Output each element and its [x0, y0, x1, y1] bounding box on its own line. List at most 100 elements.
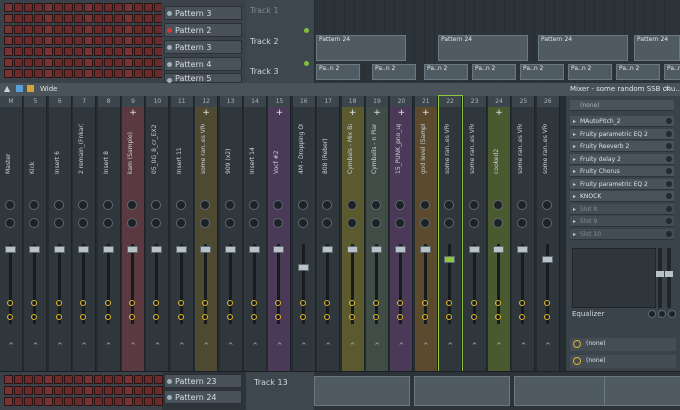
- volume-fader[interactable]: [249, 246, 260, 253]
- mixer-strip[interactable]: 26 some ran..es VRG0 ^: [536, 96, 560, 371]
- step-button[interactable]: [24, 3, 33, 12]
- volume-fader[interactable]: [371, 246, 382, 253]
- fx-slot[interactable]: ▸ Fruity parametric EQ 2: [570, 178, 674, 190]
- step-button[interactable]: [44, 69, 53, 78]
- stereo-knob[interactable]: [541, 218, 552, 228]
- route-arrow-icon[interactable]: ^: [244, 342, 266, 350]
- eq-knob[interactable]: [648, 310, 656, 318]
- pattern-clip[interactable]: Pattern 24: [316, 35, 406, 61]
- pan-knob[interactable]: [273, 200, 284, 210]
- step-button[interactable]: [84, 375, 93, 384]
- step-button[interactable]: [124, 386, 133, 395]
- step-button[interactable]: [64, 3, 73, 12]
- step-button[interactable]: [124, 25, 133, 34]
- pan-knob[interactable]: [29, 200, 40, 210]
- step-button[interactable]: [104, 69, 113, 78]
- step-button[interactable]: [24, 36, 33, 45]
- stereo-knob[interactable]: [468, 218, 479, 228]
- fx-slot-arrow-icon[interactable]: ▸: [573, 166, 576, 177]
- step-button[interactable]: [54, 3, 63, 12]
- mixer-strip[interactable]: 10 05_0G_8_cr_EX2 ^: [146, 96, 170, 371]
- send-knob-icon[interactable]: [202, 314, 209, 320]
- mixer-strip[interactable]: 19 + Cymbalis - n Piano ^: [366, 96, 389, 371]
- stereo-knob[interactable]: [371, 218, 381, 228]
- volume-fader[interactable]: [29, 246, 41, 253]
- send-knob-icon[interactable]: [348, 314, 355, 320]
- fx-mix-knob[interactable]: [666, 130, 672, 137]
- step-button[interactable]: [144, 375, 153, 384]
- add-icon[interactable]: +: [122, 108, 144, 118]
- step-button[interactable]: [54, 36, 63, 45]
- step-button[interactable]: [94, 14, 103, 23]
- fx-slot[interactable]: ▸ Slot 9: [570, 216, 674, 227]
- stereo-knob[interactable]: [5, 218, 15, 228]
- step-button[interactable]: [14, 69, 23, 78]
- step-button[interactable]: [24, 386, 33, 395]
- step-button[interactable]: [134, 14, 143, 23]
- step-button[interactable]: [104, 375, 113, 384]
- step-button[interactable]: [124, 58, 133, 67]
- stereo-knob[interactable]: [175, 218, 186, 228]
- step-button[interactable]: [14, 397, 23, 406]
- route-arrow-icon[interactable]: ^: [195, 342, 217, 350]
- fx-mix-knob[interactable]: [666, 180, 672, 187]
- step-button[interactable]: [44, 25, 53, 34]
- step-button[interactable]: [4, 397, 13, 406]
- step-button[interactable]: [74, 25, 83, 34]
- panel-fader[interactable]: [665, 271, 673, 277]
- step-button[interactable]: [44, 386, 53, 395]
- step-button[interactable]: [24, 397, 33, 406]
- fx-mix-knob[interactable]: [666, 193, 672, 199]
- step-button[interactable]: [14, 25, 23, 34]
- send-knob-icon[interactable]: [251, 314, 257, 320]
- route-arrow-icon[interactable]: ^: [488, 342, 510, 350]
- pattern-item[interactable]: Pattern 5: [164, 73, 242, 83]
- track-label[interactable]: Track 13: [254, 378, 288, 387]
- send-knob-icon[interactable]: [519, 314, 526, 320]
- step-button[interactable]: [84, 397, 93, 406]
- step-button[interactable]: [144, 58, 153, 67]
- step-button[interactable]: [94, 69, 103, 78]
- route-arrow-icon[interactable]: ^: [390, 342, 412, 350]
- volume-fader[interactable]: [273, 246, 285, 253]
- step-button[interactable]: [94, 386, 103, 395]
- route-arrow-icon[interactable]: ^: [317, 342, 339, 350]
- mixer-strip[interactable]: 7 2 remain_(Fnkar) ^: [73, 96, 97, 371]
- send-knob-icon[interactable]: [31, 300, 38, 306]
- volume-fader[interactable]: [78, 246, 90, 253]
- send-knob-icon[interactable]: [397, 300, 404, 306]
- step-button[interactable]: [24, 25, 33, 34]
- send-knob-icon[interactable]: [104, 314, 111, 320]
- pattern-clip[interactable]: Pattern 24: [438, 35, 528, 61]
- pan-knob[interactable]: [517, 200, 528, 210]
- step-button[interactable]: [104, 58, 113, 67]
- volume-fader[interactable]: [102, 246, 114, 253]
- step-button[interactable]: [104, 25, 113, 34]
- step-button[interactable]: [14, 14, 23, 23]
- pattern-clip[interactable]: Pa..n 2: [472, 64, 516, 80]
- route-arrow-icon[interactable]: ^: [512, 342, 534, 350]
- send-knob-icon[interactable]: [373, 300, 379, 306]
- pan-knob[interactable]: [5, 200, 15, 210]
- pan-knob[interactable]: [346, 200, 357, 210]
- step-button[interactable]: [34, 14, 43, 23]
- step-button[interactable]: [54, 25, 63, 34]
- stereo-knob[interactable]: [249, 218, 259, 228]
- pattern-clip[interactable]: [604, 376, 680, 406]
- step-button[interactable]: [34, 47, 43, 56]
- step-button[interactable]: [44, 47, 53, 56]
- track-label[interactable]: Track 2: [250, 37, 279, 46]
- step-button[interactable]: [4, 25, 13, 34]
- mixer-strip[interactable]: 17 808 (Reber) ^: [317, 96, 341, 371]
- stereo-knob[interactable]: [444, 218, 455, 228]
- step-button[interactable]: [44, 58, 53, 67]
- mixer-strip[interactable]: 21 + god level (Sample) ^: [414, 96, 438, 371]
- mixer-strip[interactable]: 6 Insert 6 ^: [48, 96, 72, 371]
- step-button[interactable]: [124, 397, 133, 406]
- fx-slot[interactable]: ▸ Fruity delay 2: [570, 153, 674, 165]
- volume-fader[interactable]: [151, 246, 163, 253]
- fx-mix-knob[interactable]: [666, 205, 672, 212]
- step-button[interactable]: [74, 386, 83, 395]
- send-knob-icon[interactable]: [495, 300, 501, 306]
- volume-fader[interactable]: [468, 246, 480, 253]
